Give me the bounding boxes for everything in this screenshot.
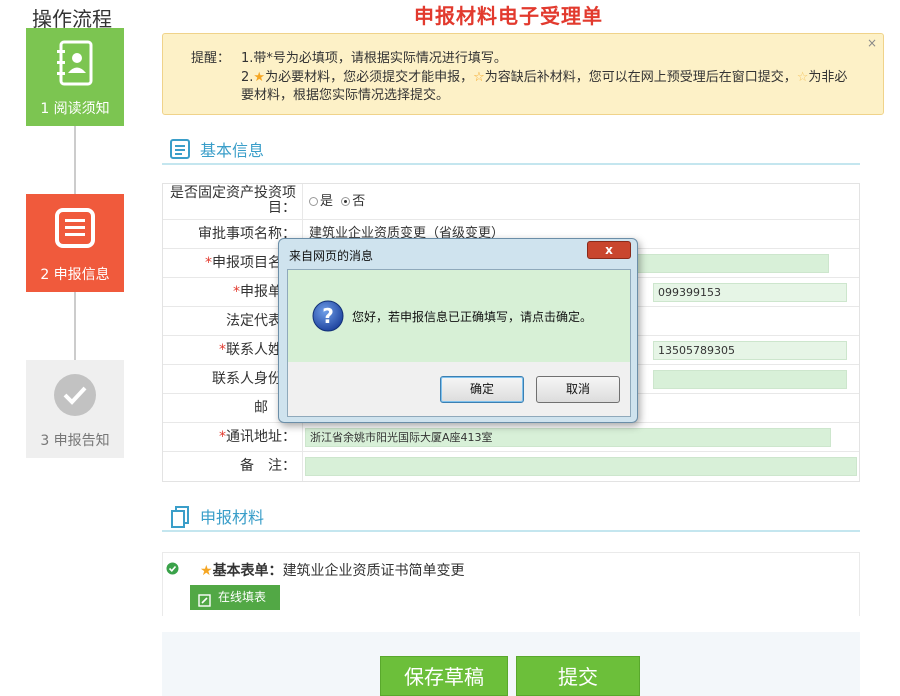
action-bar [162,632,860,696]
step-connector [74,126,76,194]
address-input[interactable]: 浙江省余姚市阳光国际大厦A座413室 [305,428,831,447]
step-label: 2 申报信息 [40,267,110,283]
nonrequired-star-icon: ☆ [796,70,809,85]
notice-label: 提醒： [191,51,231,66]
form-row-address: *通讯地址： 浙江省余姚市阳光国际大厦A座413室 [163,423,859,452]
step-read-notice[interactable]: 1 阅读须知 [26,28,124,126]
dialog-close-button[interactable]: x [587,241,631,259]
list-document-icon [53,206,97,254]
fixed-asset-radio-group: 是 否 [309,184,365,220]
dialog-body: ? 您好，若申报信息已正确填写，请点击确定。 确定 取消 [287,269,631,417]
submit-button[interactable]: 提交 [516,656,640,696]
save-draft-button[interactable]: 保存草稿 [380,656,508,696]
confirm-dialog: 来自网页的消息 x ? 您好，若申报信息已正确填写，请点击确定。 确定 取消 [278,238,638,423]
unit-code-input[interactable]: 099399153 [653,283,847,302]
list-icon [170,139,190,163]
form-row-fixed-asset: 是否固定资产投资项目： 是 否 [163,184,859,220]
documents-icon [170,506,190,532]
radio-no[interactable] [341,197,351,206]
dialog-message: 您好，若申报信息已正确填写，请点击确定。 [352,310,593,324]
form-row-remarks: 备 注： [163,452,859,481]
notice-close-icon[interactable]: × [867,36,877,50]
radio-yes[interactable] [309,197,318,206]
notice-line-1: 1.带*号为必填项，请根据实际情况进行填写。 [241,51,507,66]
field-label: 是否固定资产投资项目： [163,184,303,219]
field-label: 备 注： [163,452,303,481]
check-circle-icon [166,562,179,579]
fill-online-button[interactable]: 在线填表 [190,585,280,610]
dialog-footer: 确定 取消 [288,362,630,416]
materials-heading: 申报材料 [162,502,860,532]
svg-text:?: ? [322,304,334,328]
required-star-icon: ★ [253,70,266,85]
step-label: 3 申报告知 [40,433,110,449]
step-declare-notice[interactable]: 3 申报告知 [26,360,124,458]
step-connector [74,292,76,360]
dialog-title: 来自网页的消息 [289,249,374,263]
notice-panel: 提醒： 1.带*号为必填项，请根据实际情况进行填写。 2.★为必要材料，您必须提… [162,33,884,115]
step-label: 1 阅读须知 [40,101,110,117]
ok-button[interactable]: 确定 [440,376,524,403]
step-declare-info[interactable]: 2 申报信息 [26,194,124,292]
optional-star-icon: ☆ [473,70,485,85]
question-icon: ? [312,300,344,336]
contact-phone-input[interactable]: 13505789305 [653,341,847,360]
required-star-icon: ★ [200,563,213,579]
dialog-message-area: ? 您好，若申报信息已正确填写，请点击确定。 [288,270,630,362]
field-label: *通讯地址： [163,423,303,451]
cancel-button[interactable]: 取消 [536,376,620,403]
contact-book-icon [55,40,95,90]
notice-line-2: 2.★为必要材料，您必须提交才能申报，☆为容缺后补材料，您可以在网上预受理后在窗… [241,70,848,103]
edit-icon [198,591,211,616]
remarks-input[interactable] [305,457,857,476]
material-item: ★基本表单：建筑业企业资质证书简单变更 [200,563,465,579]
page-title: 申报材料电子受理单 [414,4,603,28]
checkmark-circle-icon [52,372,98,422]
basic-info-heading: 基本信息 [162,135,860,165]
contact-id-input[interactable] [653,370,847,389]
